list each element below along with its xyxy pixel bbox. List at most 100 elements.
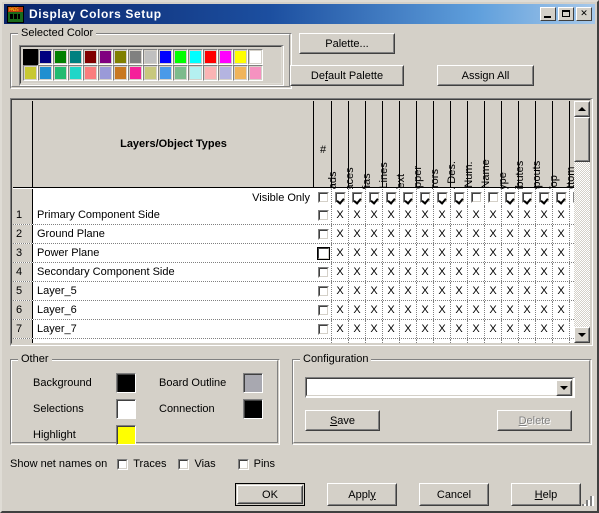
row-color-cell[interactable]: X (434, 320, 451, 338)
row-color-cell[interactable]: X (349, 263, 366, 281)
row-enable-cell[interactable] (315, 282, 332, 300)
row-layer-name[interactable]: Layer_8 (37, 339, 77, 343)
checkbox[interactable] (470, 192, 482, 203)
checkbox[interactable] (419, 192, 431, 203)
row-color-cell[interactable]: X (553, 339, 570, 343)
checkbox[interactable] (351, 192, 363, 203)
row-color-cell[interactable]: X (451, 301, 468, 319)
row-color-cell[interactable]: X (502, 339, 519, 343)
selections-color-swatch[interactable] (116, 399, 136, 419)
row-color-cell[interactable]: X (519, 301, 536, 319)
color-swatch[interactable] (113, 65, 128, 81)
row-color-cell[interactable]: X (502, 244, 519, 262)
row-color-cell[interactable]: X (332, 244, 349, 262)
color-swatch[interactable] (233, 49, 248, 65)
color-swatch[interactable] (203, 65, 218, 81)
row-layer-name[interactable]: Ground Plane (37, 225, 105, 243)
color-swatch[interactable] (143, 65, 158, 81)
visible-only-cell[interactable] (332, 189, 349, 206)
row-color-cell[interactable]: X (383, 339, 400, 343)
row-color-cell[interactable]: X (519, 282, 536, 300)
row-color-cell[interactable]: X (536, 339, 553, 343)
row-color-cell[interactable]: X (502, 263, 519, 281)
row-color-cell[interactable]: X (349, 244, 366, 262)
checkbox[interactable] (317, 228, 329, 240)
row-color-cell[interactable]: X (485, 320, 502, 338)
visible-only-cell[interactable] (536, 189, 553, 206)
table-row[interactable]: 5Layer_5 XXXXXXXXXXXXXXX (13, 282, 574, 301)
delete-button[interactable]: Delete (497, 410, 572, 431)
row-color-cell[interactable]: X (536, 263, 553, 281)
scroll-down-button[interactable] (574, 327, 590, 343)
row-color-cell[interactable]: X (468, 244, 485, 262)
row-color-cell[interactable]: X (383, 263, 400, 281)
color-swatch[interactable] (248, 65, 263, 81)
apply-button[interactable]: Apply (327, 483, 397, 506)
connection-color-swatch[interactable] (243, 399, 263, 419)
row-layer-name[interactable]: Secondary Component Side (37, 263, 175, 281)
palette-button[interactable]: Palette... (299, 33, 395, 54)
row-color-cell[interactable]: X (451, 244, 468, 262)
table-row[interactable]: 6Layer_6 XXXXXXXXXXXXXXX (13, 301, 574, 320)
table-row[interactable]: 8 Layer_8 XXXXXXXXXXXXXXX (13, 339, 574, 343)
vias-checkbox[interactable] (178, 458, 190, 470)
row-color-cell[interactable]: X (468, 263, 485, 281)
row-color-cell[interactable]: X (366, 320, 383, 338)
row-color-cell[interactable]: X (349, 282, 366, 300)
checkbox[interactable] (317, 285, 329, 297)
row-color-cell[interactable]: X (485, 339, 502, 343)
visible-only-cell[interactable] (434, 189, 451, 206)
color-swatch[interactable] (83, 65, 98, 81)
color-swatch[interactable] (83, 49, 98, 65)
row-color-cell[interactable]: X (434, 301, 451, 319)
row-layer-name[interactable]: Power Plane (37, 244, 99, 262)
checkbox[interactable] (317, 209, 329, 221)
row-color-cell[interactable]: X (485, 263, 502, 281)
row-color-cell[interactable]: X (349, 339, 366, 343)
visible-only-cell[interactable] (383, 189, 400, 206)
row-color-cell[interactable]: X (332, 263, 349, 281)
color-swatch[interactable] (38, 49, 53, 65)
checkbox[interactable] (385, 192, 397, 203)
minimize-button[interactable] (540, 7, 556, 21)
color-swatch[interactable] (98, 49, 113, 65)
row-color-cell[interactable]: X (519, 320, 536, 338)
row-color-cell[interactable]: X (553, 263, 570, 281)
table-row[interactable]: 7Layer_7 XXXXXXXXXXXXXXX (13, 320, 574, 339)
row-enable-cell[interactable] (315, 301, 332, 319)
row-color-cell[interactable]: X (332, 339, 349, 343)
row-color-cell[interactable]: X (417, 206, 434, 224)
visible-only-cell[interactable] (417, 189, 434, 206)
row-color-cell[interactable]: X (553, 320, 570, 338)
net-name-pins-option[interactable]: Pins (237, 458, 275, 470)
color-swatch[interactable] (218, 65, 233, 81)
color-swatch[interactable] (113, 49, 128, 65)
row-color-cell[interactable]: X (383, 225, 400, 243)
row-color-cell[interactable]: X (502, 225, 519, 243)
checkbox[interactable] (317, 342, 329, 343)
row-color-cell[interactable]: X (502, 206, 519, 224)
row-color-cell[interactable]: X (400, 339, 417, 343)
layers-grid[interactable]: Layers/Object Types # Pads Traces Vias 2D Li… (13, 101, 574, 343)
checkbox[interactable] (504, 192, 516, 203)
row-color-cell[interactable]: X (366, 282, 383, 300)
row-color-cell[interactable]: X (536, 320, 553, 338)
row-color-cell[interactable]: X (332, 225, 349, 243)
row-color-cell[interactable]: X (485, 244, 502, 262)
row-color-cell[interactable]: X (434, 244, 451, 262)
visible-only-cell[interactable] (366, 189, 383, 206)
color-swatch[interactable] (158, 49, 173, 65)
row-color-cell[interactable]: X (485, 206, 502, 224)
pins-checkbox[interactable] (237, 458, 249, 470)
highlight-color-swatch[interactable] (116, 425, 136, 445)
row-color-cell[interactable]: X (519, 263, 536, 281)
close-button[interactable]: ✕ (576, 7, 592, 21)
row-color-cell[interactable]: X (451, 225, 468, 243)
maximize-button[interactable] (558, 7, 574, 21)
row-color-cell[interactable]: X (485, 225, 502, 243)
help-button[interactable]: Help (511, 483, 581, 506)
row-color-cell[interactable]: X (536, 282, 553, 300)
row-color-cell[interactable]: X (417, 320, 434, 338)
row-color-cell[interactable]: X (434, 339, 451, 343)
row-color-cell[interactable]: X (349, 320, 366, 338)
